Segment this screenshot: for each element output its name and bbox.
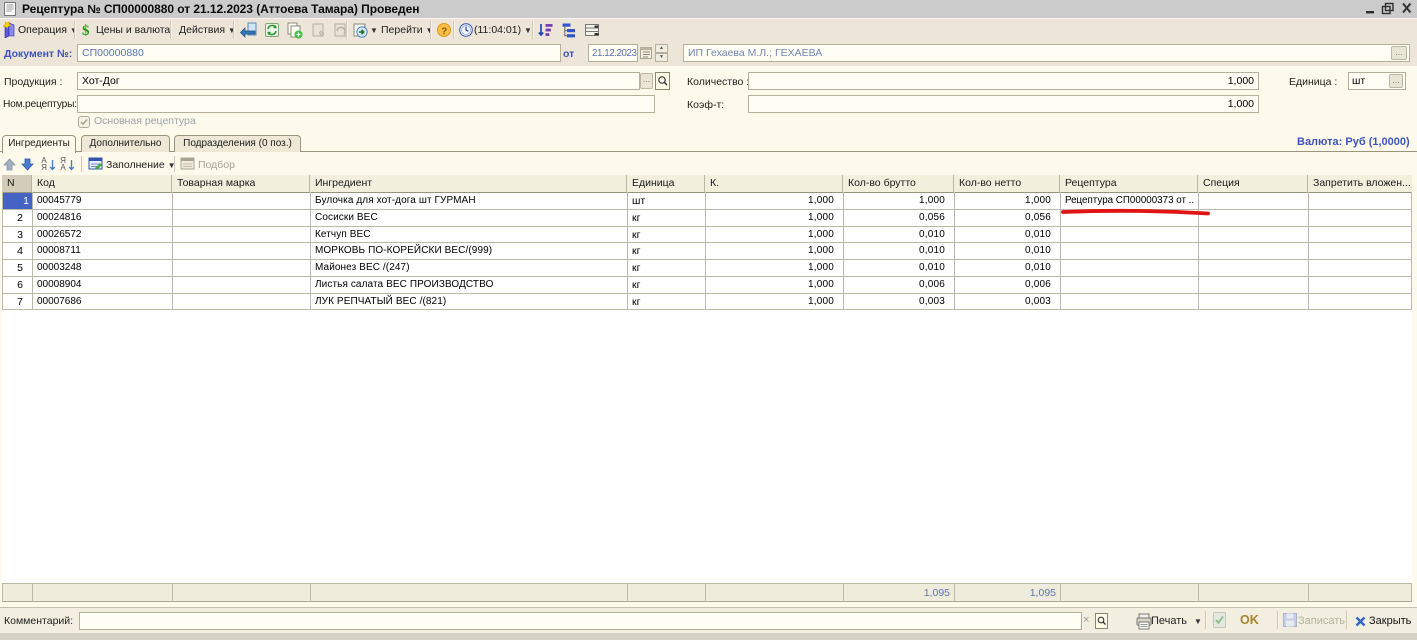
- svg-text:?: ?: [441, 26, 447, 37]
- svg-text:$: $: [82, 23, 90, 39]
